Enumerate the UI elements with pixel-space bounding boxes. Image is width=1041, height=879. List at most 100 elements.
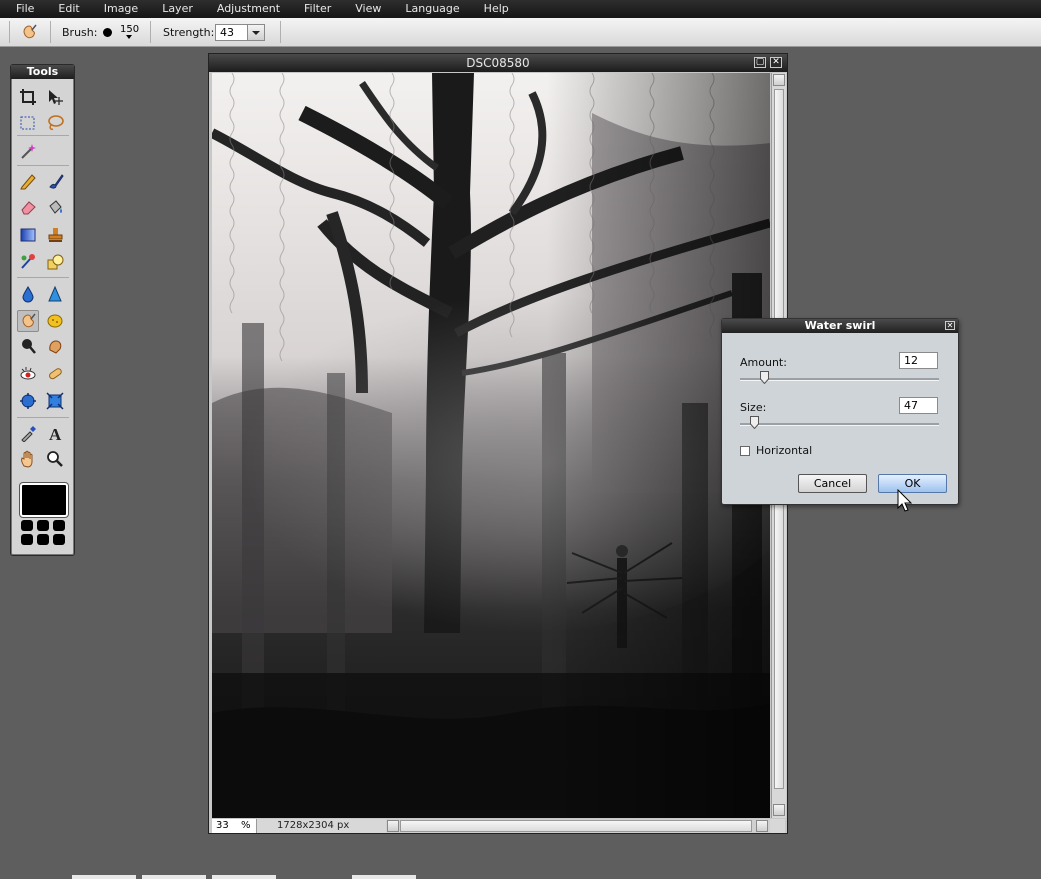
options-separator (50, 21, 51, 43)
amount-input[interactable]: 12 (899, 352, 938, 369)
size-slider-track[interactable] (740, 423, 939, 426)
image-canvas[interactable] (212, 73, 770, 818)
paint-bucket-icon (49, 200, 62, 214)
tool-separator (17, 165, 69, 166)
amount-slider-track[interactable] (740, 378, 939, 381)
tool-button-color-picker[interactable] (17, 422, 39, 444)
tool-button-sponge[interactable] (44, 310, 66, 332)
brush-dropdown-icon[interactable] (126, 35, 132, 39)
zoom-icon (47, 451, 63, 467)
tool-button-pinch[interactable] (44, 390, 66, 412)
brush-size-value[interactable]: 150 (120, 24, 139, 35)
tool-button-paint-bucket[interactable] (44, 196, 66, 218)
palette-cell[interactable] (21, 534, 33, 545)
amount-slider-thumb[interactable] (759, 371, 769, 384)
tool-button-bloat[interactable] (17, 390, 39, 412)
scroll-right-icon[interactable] (756, 820, 768, 832)
tool-button-color-replace[interactable] (17, 251, 39, 273)
burn-icon (49, 340, 62, 354)
chevron-down-icon[interactable] (247, 25, 264, 40)
scroll-up-icon[interactable] (773, 74, 785, 86)
drawing-shape-icon (47, 254, 64, 270)
menu-language[interactable]: Language (393, 0, 471, 18)
bottom-tab[interactable] (352, 875, 416, 879)
tool-button-type[interactable]: A (44, 422, 66, 444)
clone-stamp-icon (48, 228, 63, 242)
palette-cell[interactable] (21, 520, 33, 531)
document-status-bar: 33 % 1728x2304 px (212, 819, 785, 833)
tool-separator (17, 135, 69, 136)
horizontal-scrollbar[interactable] (386, 819, 770, 833)
horizontal-scroll-thumb[interactable] (400, 820, 752, 832)
tool-button-clone-stamp[interactable] (44, 224, 66, 246)
image-dimensions: 1728x2304 px (277, 820, 350, 831)
dodge-icon (22, 339, 36, 354)
bottom-tab[interactable] (142, 875, 206, 879)
horizontal-label: Horizontal (756, 444, 813, 457)
tool-button-dodge[interactable] (17, 335, 39, 357)
strength-select[interactable]: 43 (215, 24, 265, 41)
mouse-cursor-icon (897, 489, 913, 512)
tool-button-burn[interactable] (44, 335, 66, 357)
bottom-tab[interactable] (72, 875, 136, 879)
tool-separator (17, 417, 69, 418)
menubar: File Edit Image Layer Adjustment Filter … (0, 0, 1041, 18)
mini-palette (21, 520, 67, 545)
palette-cell[interactable] (53, 520, 65, 531)
tool-button-pencil[interactable] (17, 170, 39, 192)
brush-label: Brush: (62, 26, 98, 39)
close-icon[interactable]: ✕ (945, 321, 955, 330)
crop-icon (20, 89, 36, 105)
primary-color-swatch[interactable] (20, 483, 68, 517)
menu-view[interactable]: View (343, 0, 393, 18)
tool-button-marquee-select[interactable] (17, 112, 39, 134)
tool-button-blur[interactable] (17, 283, 39, 305)
tool-button-drawing-shape[interactable] (44, 251, 66, 273)
smudge-icon (22, 313, 36, 328)
menu-adjustment[interactable]: Adjustment (205, 0, 292, 18)
menu-file[interactable]: File (0, 0, 46, 18)
scroll-down-icon[interactable] (773, 804, 785, 816)
palette-cell[interactable] (53, 534, 65, 545)
tool-button-smudge[interactable] (17, 310, 39, 332)
tool-button-magic-wand[interactable] (17, 140, 39, 162)
tool-button-gradient[interactable] (17, 224, 39, 246)
palette-cell[interactable] (37, 534, 49, 545)
menu-help[interactable]: Help (472, 0, 521, 18)
tool-button-brush[interactable] (44, 170, 66, 192)
menu-edit[interactable]: Edit (46, 0, 91, 18)
size-input[interactable]: 47 (899, 397, 938, 414)
scroll-left-icon[interactable] (387, 820, 399, 832)
zoom-input[interactable]: 33 % (212, 819, 257, 833)
tool-button-red-eye[interactable] (17, 363, 39, 385)
options-separator (280, 21, 281, 43)
color-replace-icon (21, 254, 35, 269)
brush-icon (49, 174, 64, 189)
tool-button-lasso[interactable] (44, 112, 66, 134)
pinch-icon (46, 392, 64, 410)
tool-button-zoom[interactable] (44, 448, 66, 470)
menu-layer[interactable]: Layer (150, 0, 205, 18)
smudge-icon (20, 23, 38, 41)
tool-button-move[interactable] (44, 86, 66, 108)
tool-button-sharpen[interactable] (44, 283, 66, 305)
brush-preview-icon[interactable] (103, 28, 112, 37)
horizontal-checkbox[interactable] (740, 446, 750, 456)
strength-label: Strength: (163, 26, 215, 39)
tool-button-spot-heal[interactable] (44, 363, 66, 385)
tool-button-crop[interactable] (17, 86, 39, 108)
menu-image[interactable]: Image (92, 0, 150, 18)
options-separator (150, 21, 151, 43)
tool-button-eraser[interactable] (17, 196, 39, 218)
marquee-select-icon (20, 116, 35, 130)
maximize-icon[interactable]: ▢ (754, 57, 766, 68)
cancel-button[interactable]: Cancel (798, 474, 867, 493)
tool-button-hand[interactable] (17, 448, 39, 470)
zoom-value: 33 (216, 820, 229, 831)
close-icon[interactable]: ✕ (770, 57, 782, 68)
size-slider-thumb[interactable] (749, 416, 759, 429)
palette-cell[interactable] (37, 520, 49, 531)
menu-filter[interactable]: Filter (292, 0, 343, 18)
bottom-tab[interactable] (212, 875, 276, 879)
eraser-icon (21, 201, 36, 215)
